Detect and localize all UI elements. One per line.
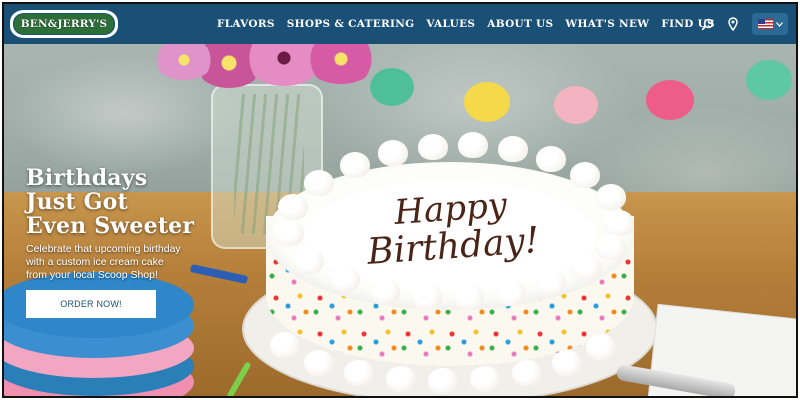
frosting-dollop — [498, 136, 528, 162]
frosting-dollop — [428, 368, 458, 394]
frosting-dollop — [596, 234, 626, 260]
hero-description-line-2: with a custom ice cream cake — [26, 256, 164, 268]
frosting-dollop — [604, 210, 634, 236]
frosting-dollop — [470, 366, 500, 392]
garland-pompom — [370, 68, 414, 106]
brand-logo[interactable]: BEN&JERRY'S — [10, 10, 118, 38]
order-now-button[interactable]: ORDER NOW! — [26, 290, 156, 318]
frosting-dollop — [458, 132, 488, 158]
frosting-dollop — [378, 140, 408, 166]
garland-pompom — [464, 82, 510, 122]
frosting-dollop — [370, 278, 400, 304]
cake-message: Happy Birthday! — [340, 184, 565, 273]
locale-selector[interactable] — [752, 13, 788, 35]
frosting-dollop — [304, 350, 334, 376]
nav-item-flavors[interactable]: FLAVORS — [217, 18, 275, 30]
hero-description-line-3: from your local Scoop Shop! — [26, 269, 158, 281]
frosting-dollop — [274, 220, 304, 246]
frosting-dollop — [572, 254, 602, 280]
hero-title-line-3: Even Sweeter — [26, 213, 195, 239]
frosting-dollop — [304, 170, 334, 196]
logo-badge: BEN&JERRY'S — [13, 13, 115, 35]
logo-text: BEN&JERRY'S — [20, 18, 108, 30]
header-icons — [700, 4, 788, 44]
chevron-down-icon — [775, 21, 783, 27]
location-pin-icon[interactable] — [726, 17, 740, 31]
frosting-dollop — [586, 334, 616, 360]
browser-frame: BEN&JERRY'S FLAVORS SHOPS & CATERING VAL… — [2, 2, 798, 398]
frosting-dollop — [412, 284, 442, 310]
hero-banner: Happy Birthday! Birthdays Just Got Even … — [4, 44, 796, 396]
main-nav: FLAVORS SHOPS & CATERING VALUES ABOUT US… — [217, 4, 715, 44]
hero-description: Celebrate that upcoming birthday with a … — [26, 243, 196, 282]
search-icon[interactable] — [700, 17, 714, 31]
frosting-dollop — [344, 360, 374, 386]
frosting-dollop — [496, 280, 526, 306]
frosting-dollop — [552, 350, 582, 376]
garland-pompom — [554, 86, 598, 124]
frosting-dollop — [418, 134, 448, 160]
frosting-dollop — [340, 152, 370, 178]
hero-title-line-2: Just Got — [26, 189, 128, 215]
nav-item-whats-new[interactable]: WHAT'S NEW — [565, 18, 649, 30]
frosting-dollop — [596, 184, 626, 210]
frosting-dollop — [278, 194, 308, 220]
hero-title: Birthdays Just Got Even Sweeter — [26, 166, 216, 238]
garland-pompom — [646, 80, 694, 120]
frosting-dollop — [386, 366, 416, 392]
hero-description-line-1: Celebrate that upcoming birthday — [26, 243, 181, 255]
frosting-dollop — [536, 270, 566, 296]
nav-item-shops-catering[interactable]: SHOPS & CATERING — [287, 18, 415, 30]
frosting-dollop — [270, 332, 300, 358]
nav-item-values[interactable]: VALUES — [426, 18, 475, 30]
garland-pompom — [746, 60, 792, 100]
hero-title-line-1: Birthdays — [26, 165, 148, 191]
frosting-dollop — [294, 248, 324, 274]
nav-item-about-us[interactable]: ABOUT US — [487, 18, 553, 30]
site-header: BEN&JERRY'S FLAVORS SHOPS & CATERING VAL… — [4, 4, 796, 44]
frosting-dollop — [512, 360, 542, 386]
frosting-dollop — [454, 284, 484, 310]
us-flag-icon — [757, 19, 773, 29]
frosting-dollop — [570, 162, 600, 188]
frosting-dollop — [536, 146, 566, 172]
